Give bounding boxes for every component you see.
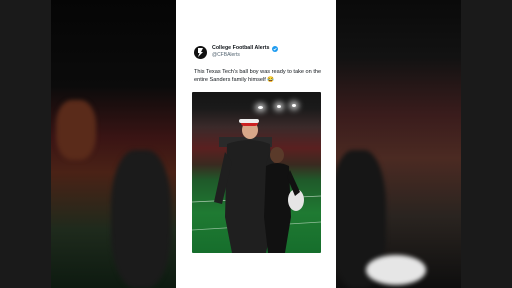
account-handle[interactable]: @CFBAlerts xyxy=(212,52,278,59)
right-pillarbox xyxy=(461,0,512,288)
tweet-header: College Football Alerts @CFBAlerts xyxy=(194,45,278,59)
left-pillarbox xyxy=(0,0,51,288)
blurred-figure xyxy=(111,150,171,288)
account-names: College Football Alerts @CFBAlerts xyxy=(212,45,278,59)
blurred-football xyxy=(366,255,426,285)
display-name[interactable]: College Football Alerts xyxy=(212,45,270,52)
alert-logo-icon[interactable] xyxy=(194,45,207,59)
tweet-text: This Texas Tech's ball boy was ready to … xyxy=(194,69,322,83)
video-frame[interactable] xyxy=(192,92,321,253)
verified-badge-icon xyxy=(271,45,278,52)
blurred-background-left xyxy=(51,0,176,288)
players-scene xyxy=(192,119,321,253)
blurred-stand xyxy=(56,100,96,160)
tweet-card: College Football Alerts @CFBAlerts This … xyxy=(176,0,336,288)
blurred-background-right xyxy=(336,0,461,288)
